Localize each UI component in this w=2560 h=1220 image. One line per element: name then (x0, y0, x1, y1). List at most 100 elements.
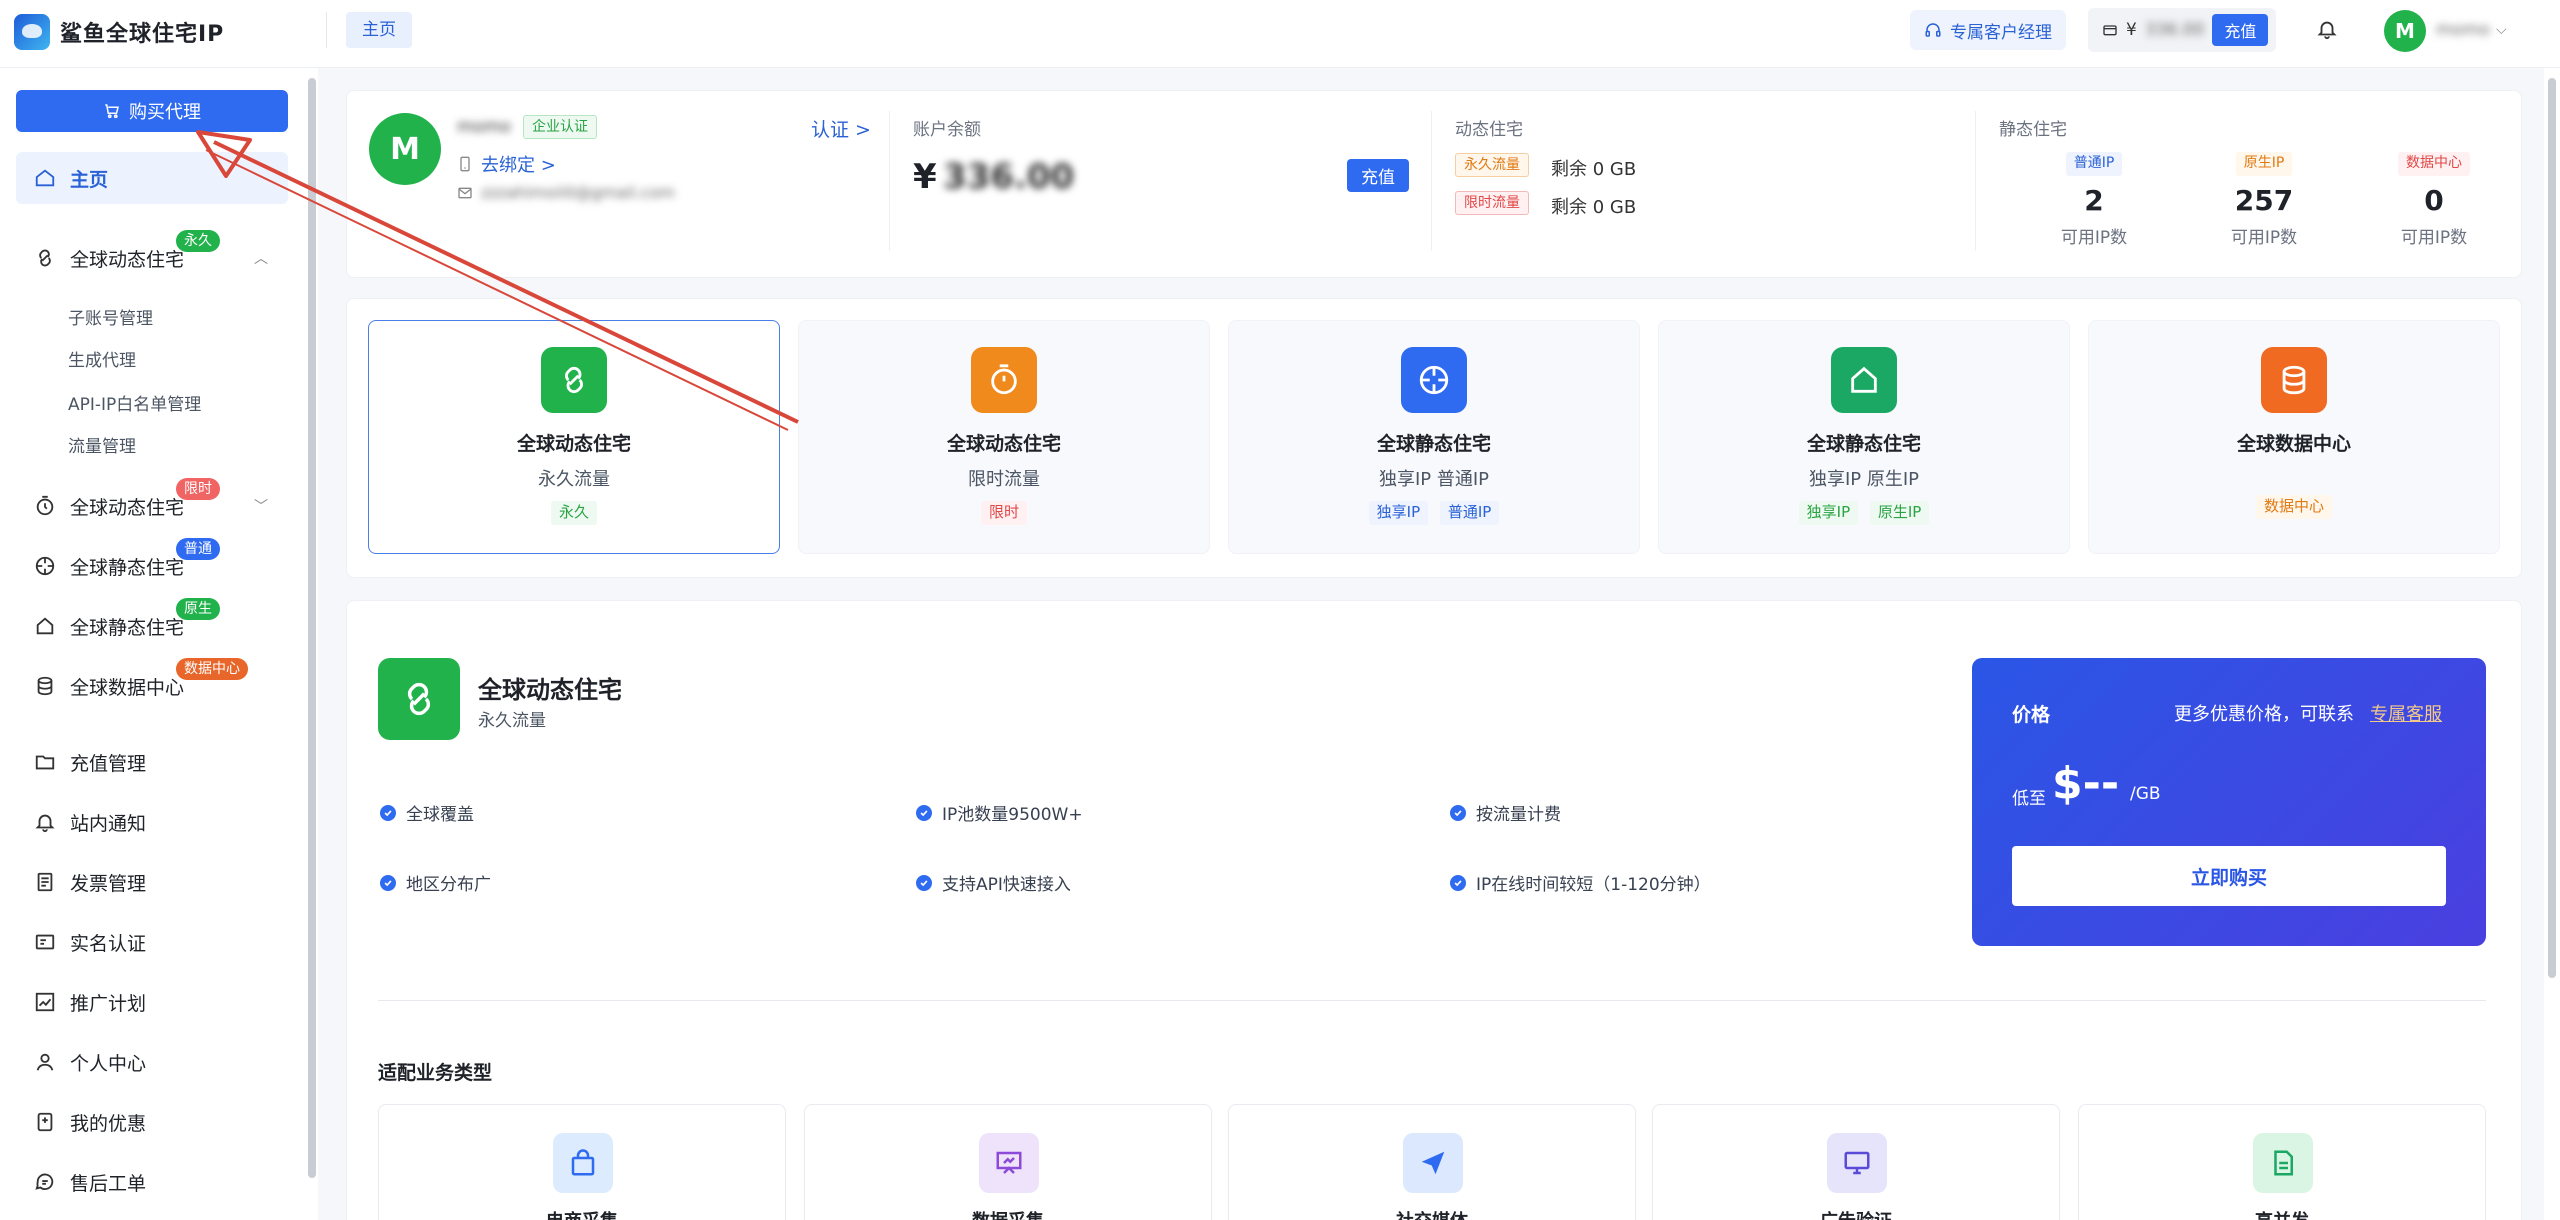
check-circle-icon (380, 874, 396, 891)
product-title: 全球动态住宅 (516, 433, 631, 455)
badge-limited: 限时 (176, 478, 220, 500)
verify-link[interactable]: 认证 > (811, 115, 871, 142)
account-manager-button[interactable]: 专属客户经理 (1910, 10, 2066, 50)
stat-caption: 可用IP数 (2230, 228, 2298, 248)
sidebar-item-dynamic-permanent[interactable]: 全球动态住宅 永久 ︿ (16, 230, 288, 284)
recharge-button[interactable]: 充值 (1347, 159, 1409, 192)
feature-text: IP池数量9500W+ (942, 805, 1083, 825)
stat-value: 257 (2234, 184, 2294, 217)
sidebar-item-label: 充值管理 (70, 752, 147, 775)
price-label: 价格 (2012, 704, 2051, 726)
folder-icon (35, 755, 55, 770)
user-name[interactable]: momo (2436, 20, 2490, 40)
stat-tag: 原生IP (2235, 152, 2293, 176)
sidebar-item-label: 个人中心 (70, 1052, 147, 1075)
sidebar-item-promotion[interactable]: 推广计划 (16, 976, 288, 1028)
product-subtitle: 独享IP 原生IP (1808, 469, 1920, 490)
chevron-down-icon[interactable]: ⌵ (2496, 22, 2507, 38)
balance-currency: ¥ (913, 157, 937, 197)
trend-chart-icon (35, 992, 55, 1012)
feature-text: 按流量计费 (1476, 805, 1561, 825)
product-dynamic-permanent[interactable]: 全球动态住宅 永久流量 永久 (368, 320, 780, 554)
chevron-down-icon[interactable]: ﹀ (254, 496, 268, 516)
sidebar-subitem-whitelist[interactable]: API-IP白名单管理 (68, 390, 201, 415)
business-item-concurrency[interactable]: 高并发 (2078, 1104, 2486, 1220)
business-item-data[interactable]: 数据采集 (804, 1104, 1212, 1220)
bell-icon[interactable] (2316, 16, 2338, 42)
account-manager-label: 专属客户经理 (1950, 22, 2052, 43)
limited-traffic-remaining: 剩余 0 GB (1551, 197, 1637, 218)
sidebar-item-tickets[interactable]: 售后工单 (16, 1156, 288, 1208)
product-title: 全球数据中心 (2236, 433, 2351, 455)
top-bar: 鲨鱼全球住宅IP 主页 专属客户经理 ¥ 336.00 充值 M momo ⌵ (0, 0, 2560, 68)
crosshair-icon (1401, 347, 1467, 413)
feature-item: 按流量计费 (1450, 800, 1561, 825)
balance-value: 336.00 (2144, 20, 2205, 40)
top-recharge-button[interactable]: 充值 (2212, 14, 2269, 46)
main-scrollbar-thumb[interactable] (2548, 78, 2556, 978)
stat-caption: 可用IP数 (2060, 228, 2128, 248)
cart-icon (105, 104, 119, 119)
bind-phone-link[interactable]: 去绑定 > (481, 151, 556, 177)
sidebar-item-static-normal[interactable]: 全球静态住宅 普通 (16, 538, 288, 592)
business-item-label: 数据采集 (805, 1207, 1211, 1220)
tab-home[interactable]: 主页 (346, 12, 412, 48)
sidebar-item-coupons[interactable]: 我的优惠 (16, 1096, 288, 1148)
product-dynamic-limited[interactable]: 全球动态住宅 限时流量 限时 (798, 320, 1210, 554)
bind-phone-row[interactable]: 去绑定 > (457, 151, 556, 177)
product-static-native[interactable]: 全球静态住宅 独享IP 原生IP 独享IP 原生IP (1658, 320, 2070, 554)
buy-proxy-label: 购买代理 (129, 102, 201, 123)
sidebar: 购买代理 主页 全球动态住宅 永久 ︿ 子账号管理 生成代理 API-IP白名单… (0, 68, 306, 1220)
sidebar-item-notifications[interactable]: 站内通知 (16, 796, 288, 848)
sidebar-subitem-subaccount[interactable]: 子账号管理 (68, 304, 153, 329)
customer-service-link[interactable]: 专属客服 (2370, 700, 2442, 726)
balance-amount: 336.00 (943, 157, 1075, 197)
product-subtitle: 限时流量 (968, 469, 1040, 490)
user-avatar[interactable]: M (2384, 10, 2426, 52)
buy-proxy-button[interactable]: 购买代理 (16, 90, 288, 132)
product-datacenter[interactable]: 全球数据中心 数据中心 (2088, 320, 2500, 554)
sidebar-subitem-generate[interactable]: 生成代理 (68, 346, 136, 371)
feature-text: 支持API快速接入 (942, 875, 1071, 895)
product-tag: 永久 (550, 501, 597, 525)
sidebar-subitem-traffic[interactable]: 流量管理 (68, 432, 136, 457)
sidebar-item-static-native[interactable]: 全球静态住宅 原生 (16, 598, 288, 652)
business-item-label: 高并发 (2079, 1207, 2485, 1220)
sidebar-item-home[interactable]: 主页 (16, 152, 288, 204)
sidebar-item-dynamic-limited[interactable]: 全球动态住宅 限时 ﹀ (16, 478, 288, 532)
buy-now-button[interactable]: 立即购买 (2012, 846, 2446, 906)
database-icon (2261, 347, 2327, 413)
home-icon (1831, 347, 1897, 413)
sidebar-item-invoice[interactable]: 发票管理 (16, 856, 288, 908)
stat-value: 0 (2424, 184, 2444, 217)
product-static-normal[interactable]: 全球静态住宅 独享IP 普通IP 独享IP 普通IP (1228, 320, 1640, 554)
sidebar-item-realname[interactable]: 实名认证 (16, 916, 288, 968)
sidebar-item-profile[interactable]: 个人中心 (16, 1036, 288, 1088)
sidebar-scrollbar-thumb[interactable] (308, 78, 316, 1178)
sidebar-item-datacenter[interactable]: 全球数据中心 数据中心 (16, 658, 288, 712)
business-item-ads[interactable]: 广告验证 (1652, 1104, 2060, 1220)
product-title: 全球动态住宅 (946, 433, 1061, 455)
detail-subtitle: 永久流量 (478, 711, 546, 731)
link-icon (39, 249, 51, 267)
send-icon (1403, 1133, 1463, 1193)
monitor-icon (1827, 1133, 1887, 1193)
sidebar-item-label: 全球动态住宅 (70, 248, 185, 271)
balance-label: 账户余额 (913, 120, 981, 140)
sidebar-item-recharge[interactable]: 充值管理 (16, 736, 288, 788)
email-row: zzzahimoii0@gmail.com (457, 183, 675, 202)
product-tag: 独享IP (1798, 501, 1859, 525)
phone-icon (460, 156, 470, 172)
chevron-up-icon[interactable]: ︿ (254, 248, 268, 268)
product-subtitle: 永久流量 (538, 469, 610, 490)
business-item-social[interactable]: 社交媒体 (1228, 1104, 1636, 1220)
app-logo[interactable]: 鲨鱼全球住宅IP (14, 14, 224, 50)
sidebar-item-label: 全球静态住宅 (70, 556, 185, 579)
balance-currency: ¥ (2126, 20, 2137, 40)
business-item-ecommerce[interactable]: 电商采集 (378, 1104, 786, 1220)
business-item-label: 广告验证 (1653, 1207, 2059, 1220)
sidebar-item-label: 我的优惠 (70, 1112, 147, 1135)
app-title: 鲨鱼全球住宅IP (60, 22, 225, 47)
permanent-traffic-remaining: 剩余 0 GB (1551, 159, 1637, 180)
product-title: 全球静态住宅 (1806, 433, 1921, 455)
